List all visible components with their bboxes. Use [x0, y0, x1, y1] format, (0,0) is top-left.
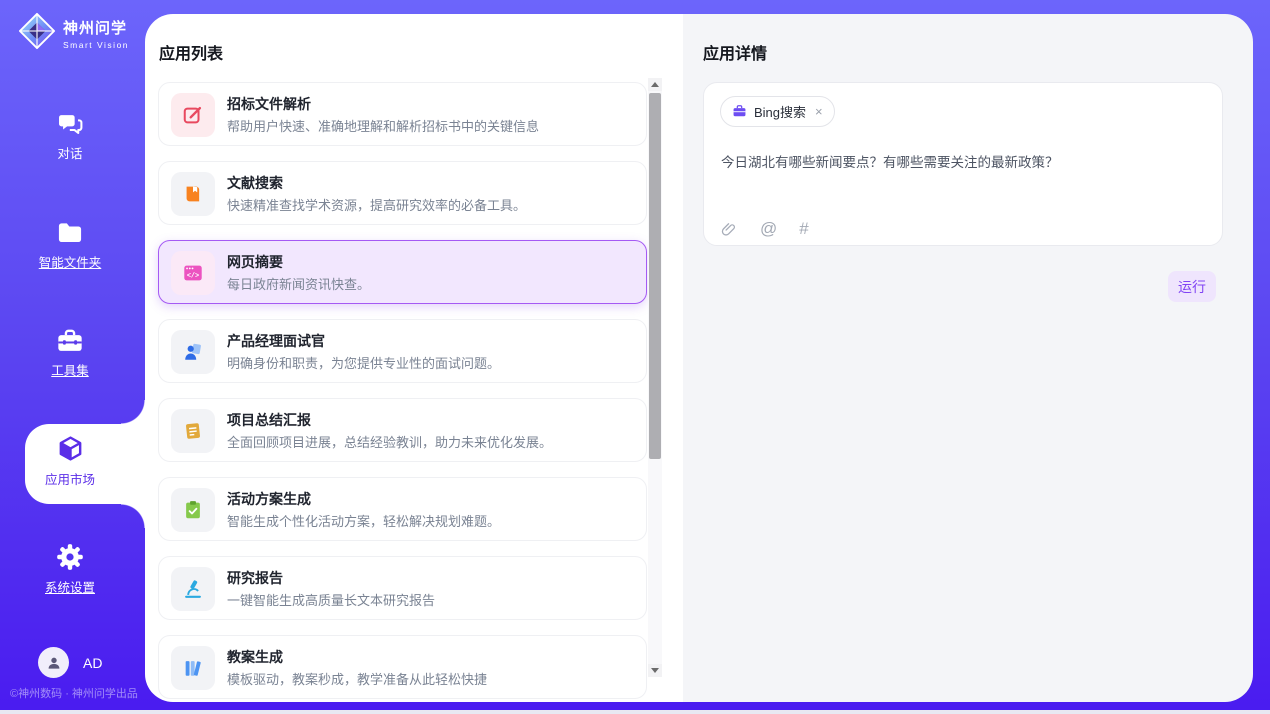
sidebar: 神州问学 Smart Vision 对话 智能文件夹 工具集: [0, 0, 145, 714]
scroll-down-button[interactable]: [648, 664, 662, 677]
books-icon: [171, 646, 215, 690]
sidebar-item-settings[interactable]: 系统设置: [0, 543, 140, 596]
sidebar-item-chat[interactable]: 对话: [0, 110, 140, 162]
copyright-footer: ©神州数码 · 神州问学出品: [6, 685, 142, 701]
tool-tag-label: Bing搜索: [754, 102, 806, 121]
hash-icon[interactable]: #: [799, 219, 808, 239]
sidebar-item-label: 工具集: [0, 360, 140, 379]
microscope-icon: [171, 567, 215, 611]
app-name: 文献搜索: [227, 173, 283, 193]
brand-diamond-icon: [18, 12, 56, 55]
paperclip-icon[interactable]: [721, 221, 738, 238]
sidebar-item-label: 智能文件夹: [0, 252, 140, 271]
list-scrollbar[interactable]: [648, 78, 662, 677]
sidebar-item-smart-folder[interactable]: 智能文件夹: [0, 220, 140, 271]
svg-text:</>: </>: [187, 272, 199, 280]
interviewer-icon: [171, 330, 215, 374]
app-name: 招标文件解析: [227, 94, 311, 114]
run-button[interactable]: 运行: [1168, 271, 1216, 302]
sidebar-item-label: 应用市场: [0, 469, 140, 488]
sidebar-item-app-market[interactable]: 应用市场: [0, 434, 140, 488]
sidebar-item-toolset[interactable]: 工具集: [0, 328, 140, 379]
app-card-selected[interactable]: </> 网页摘要 每日政府新闻资讯快查。: [158, 240, 647, 304]
app-card[interactable]: 项目总结汇报 全面回顾项目进展，总结经验教训，助力未来优化发展。: [158, 398, 647, 462]
app-list-panel: 应用列表 招标文件解析 帮助用户快速、准确地理解和解析招标书中的关键信息: [145, 14, 683, 702]
app-card[interactable]: 招标文件解析 帮助用户快速、准确地理解和解析招标书中的关键信息: [158, 82, 647, 146]
chat-icon: [57, 110, 84, 137]
prompt-composer[interactable]: Bing搜索 × 今日湖北有哪些新闻要点？有哪些需要关注的最新政策？ @ #: [703, 82, 1223, 246]
app-desc: 每日政府新闻资讯快查。: [227, 274, 370, 293]
composer-toolbar: @ #: [721, 219, 809, 239]
brand-subtitle: Smart Vision: [63, 40, 129, 50]
app-card[interactable]: 研究报告 一键智能生成高质量长文本研究报告: [158, 556, 647, 620]
app-name: 网页摘要: [227, 252, 283, 272]
app-desc: 智能生成个性化活动方案，轻松解决规划难题。: [227, 511, 500, 530]
triangle-up-icon: [651, 82, 659, 87]
app-card[interactable]: 教案生成 模板驱动，教案秒成，教学准备从此轻松快捷: [158, 635, 647, 699]
folder-icon: [56, 220, 84, 246]
app-name: 活动方案生成: [227, 489, 311, 509]
tool-tag-bing-search[interactable]: Bing搜索 ×: [720, 96, 835, 127]
browser-code-icon: </>: [171, 251, 215, 295]
app-detail-title: 应用详情: [703, 40, 767, 64]
app-name: 项目总结汇报: [227, 410, 311, 430]
app-name: 教案生成: [227, 647, 283, 667]
app-card[interactable]: 文献搜索 快速精准查找学术资源，提高研究效率的必备工具。: [158, 161, 647, 225]
app-list-title: 应用列表: [159, 40, 223, 64]
user-initials: AD: [83, 655, 102, 671]
sidebar-item-label: 对话: [0, 143, 140, 162]
user-account[interactable]: AD: [38, 647, 102, 678]
brand-logo: 神州问学 Smart Vision: [18, 12, 129, 55]
close-icon[interactable]: ×: [815, 104, 823, 119]
avatar[interactable]: [38, 647, 69, 678]
scroll-up-button[interactable]: [648, 78, 662, 91]
app-desc: 一键智能生成高质量长文本研究报告: [227, 590, 435, 609]
toolbox-icon: [56, 328, 84, 354]
app-desc: 帮助用户快速、准确地理解和解析招标书中的关键信息: [227, 116, 539, 135]
note-icon: [171, 409, 215, 453]
briefcase-icon: [732, 104, 747, 119]
app-card[interactable]: 活动方案生成 智能生成个性化活动方案，轻松解决规划难题。: [158, 477, 647, 541]
gear-icon: [56, 543, 84, 571]
scrollbar-thumb[interactable]: [649, 93, 661, 459]
app-desc: 明确身份和职责，为您提供专业性的面试问题。: [227, 353, 500, 372]
person-icon: [45, 654, 63, 672]
app-desc: 模板驱动，教案秒成，教学准备从此轻松快捷: [227, 669, 487, 688]
active-nav-fillet: [121, 504, 145, 528]
question-text[interactable]: 今日湖北有哪些新闻要点？有哪些需要关注的最新政策？: [721, 151, 1201, 171]
clipboard-check-icon: [171, 488, 215, 532]
main-panel: 应用列表 招标文件解析 帮助用户快速、准确地理解和解析招标书中的关键信息: [145, 14, 1253, 702]
triangle-down-icon: [651, 668, 659, 673]
app-card-list: 招标文件解析 帮助用户快速、准确地理解和解析招标书中的关键信息 文献搜索 快速精…: [158, 82, 647, 699]
app-detail-panel: 应用详情 Bing搜索 × 今日湖北有哪些新闻要点？有哪些需要关注的最新政策？ …: [683, 14, 1253, 702]
app-desc: 快速精准查找学术资源，提高研究效率的必备工具。: [227, 195, 526, 214]
book-icon: [171, 172, 215, 216]
window-bottom-edge: [0, 710, 1270, 714]
cube-icon: [56, 434, 85, 463]
brand-name: 神州问学: [63, 17, 129, 38]
mention-icon[interactable]: @: [760, 219, 777, 239]
sidebar-item-label: 系统设置: [0, 577, 140, 596]
app-name: 产品经理面试官: [227, 331, 325, 351]
active-nav-fillet: [121, 400, 145, 424]
app-name: 研究报告: [227, 568, 283, 588]
app-card[interactable]: 产品经理面试官 明确身份和职责，为您提供专业性的面试问题。: [158, 319, 647, 383]
pen-square-icon: [171, 93, 215, 137]
app-desc: 全面回顾项目进展，总结经验教训，助力未来优化发展。: [227, 432, 552, 451]
